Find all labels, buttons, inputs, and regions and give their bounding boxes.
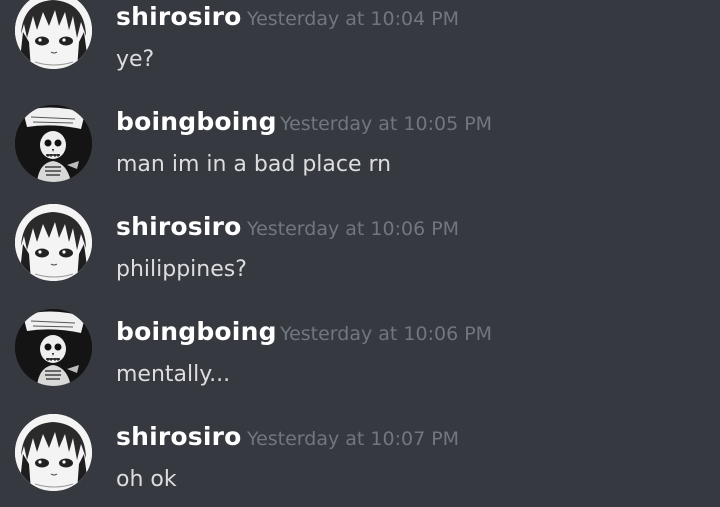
chat-message: shirosiro Yesterday at 10:07 PM oh ok [0, 414, 720, 507]
message-text: ye? [116, 47, 155, 72]
message-text: mentally... [116, 362, 231, 387]
skeleton-avatar-icon[interactable] [15, 309, 92, 386]
chat-message-list: shirosiro Yesterday at 10:04 PM ye? boin… [0, 0, 720, 507]
message-author[interactable]: boingboing [116, 107, 277, 137]
message-timestamp: Yesterday at 10:06 PM [247, 218, 460, 240]
chat-message: boingboing Yesterday at 10:06 PM mentall… [0, 309, 720, 419]
anime-girl-avatar-icon[interactable] [15, 414, 92, 491]
message-author[interactable]: shirosiro [116, 422, 242, 452]
anime-girl-avatar-icon[interactable] [15, 204, 92, 281]
message-text: oh ok [116, 467, 177, 492]
message-author[interactable]: boingboing [116, 317, 277, 347]
chat-message: boingboing Yesterday at 10:05 PM man im … [0, 105, 720, 209]
message-timestamp: Yesterday at 10:05 PM [280, 113, 493, 135]
message-timestamp: Yesterday at 10:06 PM [280, 323, 493, 345]
skeleton-avatar-icon[interactable] [15, 105, 92, 182]
message-timestamp: Yesterday at 10:07 PM [247, 428, 460, 450]
message-timestamp: Yesterday at 10:04 PM [247, 8, 460, 30]
message-author[interactable]: shirosiro [116, 212, 242, 242]
chat-message: shirosiro Yesterday at 10:04 PM ye? [0, 0, 720, 104]
message-text: philippines? [116, 257, 247, 282]
message-text: man im in a bad place rn [116, 152, 392, 177]
anime-girl-avatar-icon[interactable] [15, 0, 92, 69]
chat-message: shirosiro Yesterday at 10:06 PM philippi… [0, 204, 720, 314]
message-author[interactable]: shirosiro [116, 2, 242, 32]
